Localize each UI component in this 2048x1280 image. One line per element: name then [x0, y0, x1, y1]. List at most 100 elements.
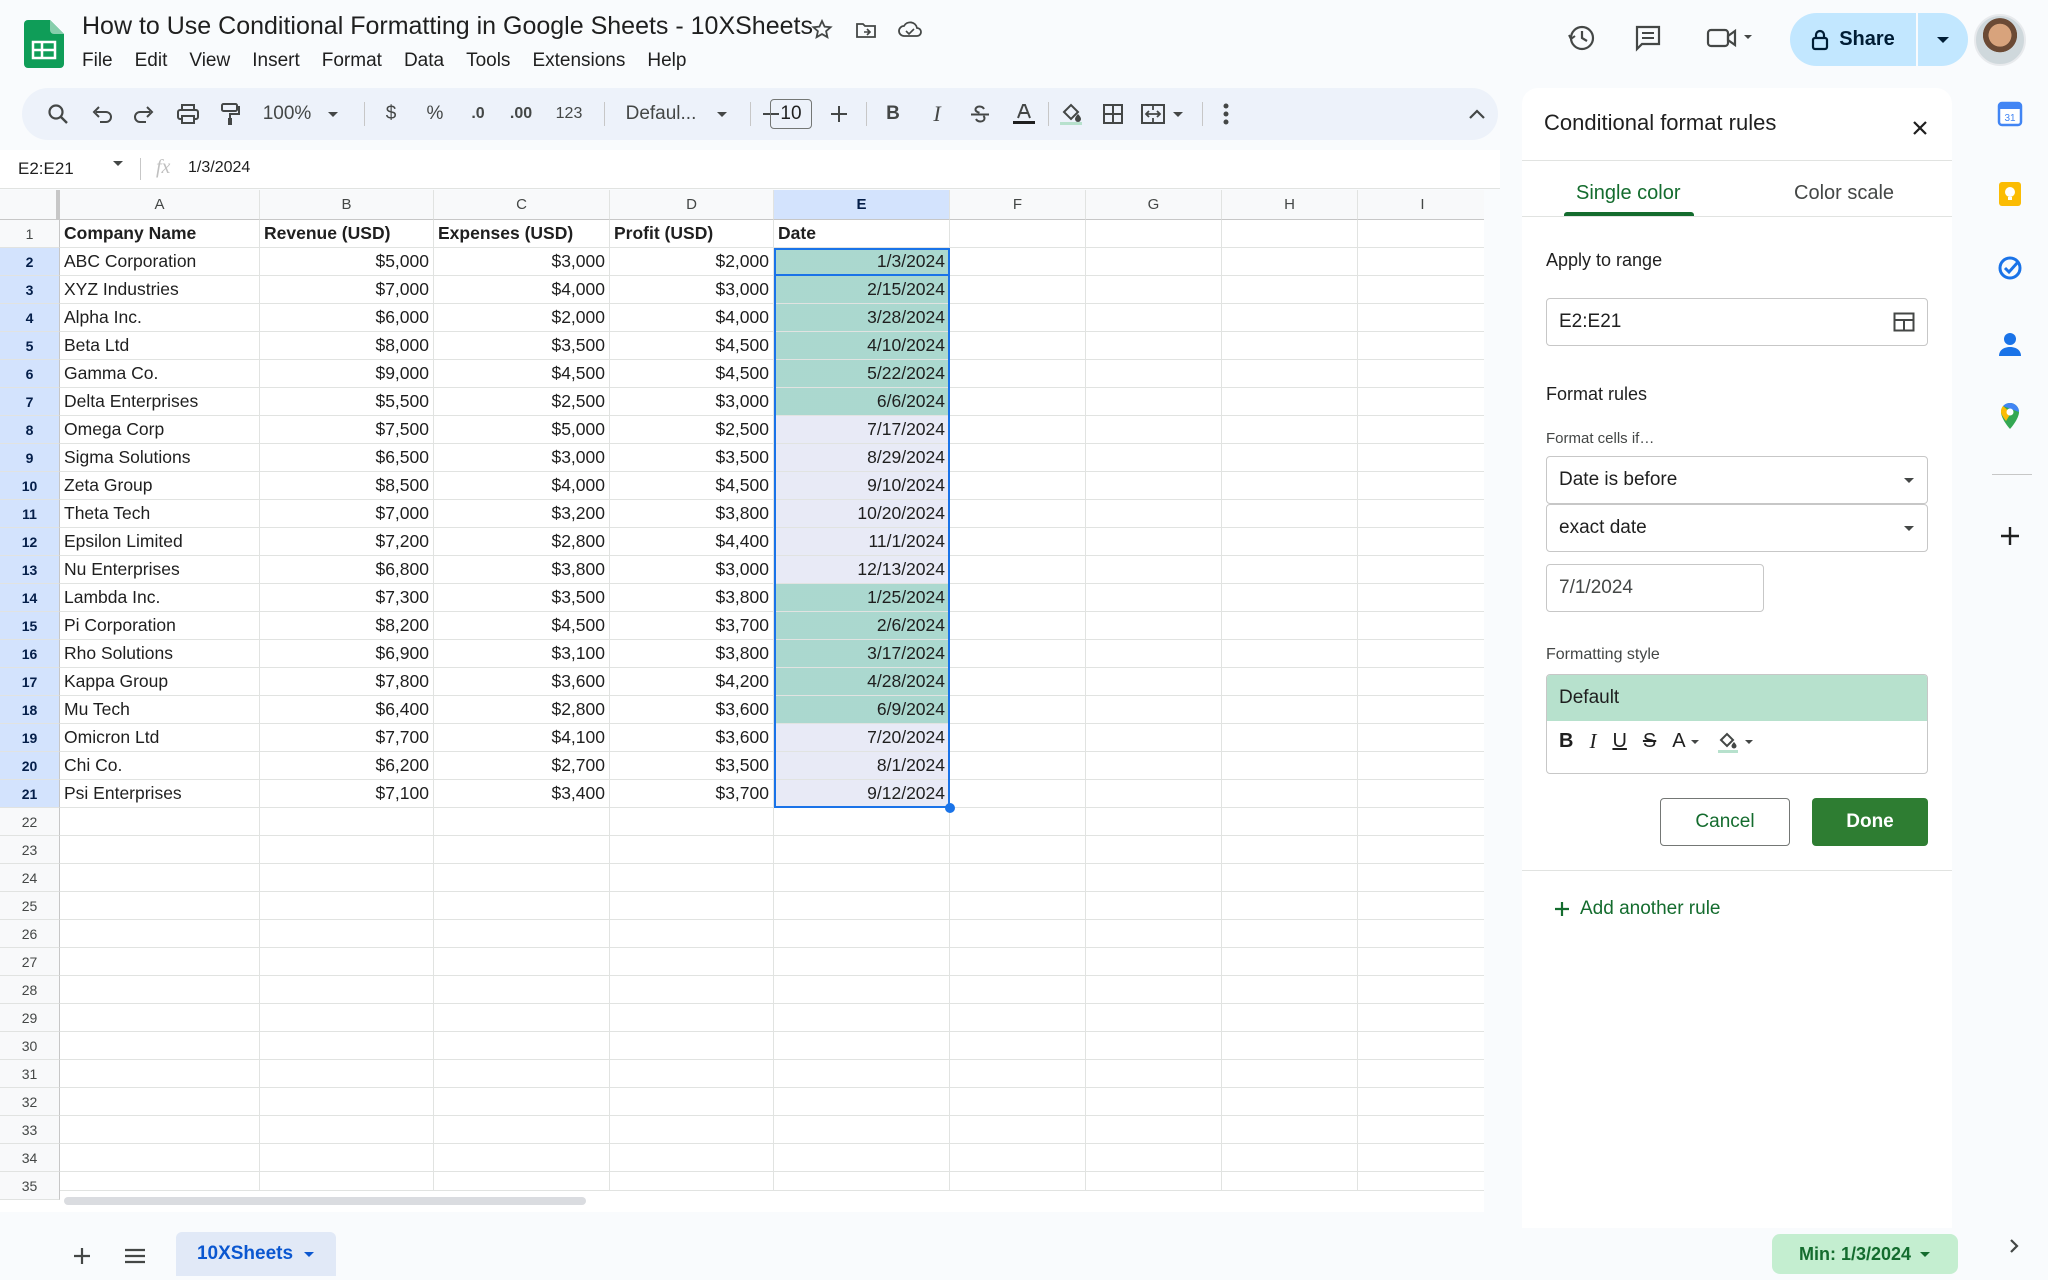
table-cell[interactable]: $8,000	[260, 332, 434, 360]
table-cell[interactable]	[950, 472, 1086, 500]
document-title[interactable]: How to Use Conditional Formatting in Goo…	[82, 12, 813, 41]
table-cell[interactable]	[1222, 1088, 1358, 1116]
table-cell[interactable]: Nu Enterprises	[60, 556, 260, 584]
table-cell[interactable]	[1222, 1060, 1358, 1088]
table-cell[interactable]: Omega Corp	[60, 416, 260, 444]
table-cell[interactable]	[1358, 332, 1484, 360]
date-cell[interactable]: 1/3/2024	[774, 248, 950, 276]
bold-button[interactable]: B	[878, 88, 908, 140]
table-cell[interactable]	[1222, 836, 1358, 864]
row-header[interactable]: 19	[0, 724, 60, 752]
table-cell[interactable]	[1086, 332, 1222, 360]
table-cell[interactable]	[610, 948, 774, 976]
row-header[interactable]: 17	[0, 668, 60, 696]
table-cell[interactable]	[774, 808, 950, 836]
table-cell[interactable]: Psi Enterprises	[60, 780, 260, 808]
table-cell[interactable]: $7,000	[260, 500, 434, 528]
table-cell[interactable]	[260, 836, 434, 864]
table-cell[interactable]: $9,000	[260, 360, 434, 388]
font-select[interactable]: Defaul...	[612, 88, 742, 140]
table-cell[interactable]: $6,500	[260, 444, 434, 472]
table-cell[interactable]	[774, 864, 950, 892]
table-cell[interactable]: $6,400	[260, 696, 434, 724]
table-cell[interactable]	[60, 892, 260, 920]
table-cell[interactable]	[1086, 892, 1222, 920]
row-header[interactable]: 1	[0, 220, 60, 248]
table-cell[interactable]	[774, 1032, 950, 1060]
table-cell[interactable]	[1358, 444, 1484, 472]
table-cell[interactable]	[1086, 388, 1222, 416]
table-cell[interactable]	[950, 360, 1086, 388]
table-cell[interactable]: $3,000	[434, 444, 610, 472]
table-cell[interactable]	[1358, 724, 1484, 752]
increase-decimal-button[interactable]: .00	[502, 88, 540, 140]
table-cell[interactable]	[1222, 612, 1358, 640]
table-cell[interactable]: $3,700	[610, 780, 774, 808]
table-cell[interactable]: $3,200	[434, 500, 610, 528]
table-cell[interactable]: $3,500	[610, 444, 774, 472]
table-cell[interactable]	[950, 1060, 1086, 1088]
table-cell[interactable]	[1358, 220, 1484, 248]
table-cell[interactable]	[1222, 388, 1358, 416]
table-cell[interactable]	[774, 948, 950, 976]
table-cell[interactable]	[1358, 948, 1484, 976]
table-cell[interactable]	[1086, 584, 1222, 612]
table-cell[interactable]: $2,000	[610, 248, 774, 276]
date-cell[interactable]: 8/1/2024	[774, 752, 950, 780]
table-cell[interactable]: $3,100	[434, 640, 610, 668]
table-cell[interactable]	[1358, 500, 1484, 528]
menu-view[interactable]: View	[178, 48, 241, 74]
table-cell[interactable]: $7,500	[260, 416, 434, 444]
date-cell[interactable]: 4/10/2024	[774, 332, 950, 360]
table-cell[interactable]	[610, 1144, 774, 1172]
table-cell[interactable]	[434, 1088, 610, 1116]
row-header[interactable]: 24	[0, 864, 60, 892]
undo-icon[interactable]	[86, 88, 118, 140]
table-cell[interactable]	[60, 920, 260, 948]
table-cell[interactable]	[1358, 1144, 1484, 1172]
table-cell[interactable]: $4,500	[610, 360, 774, 388]
table-cell[interactable]	[774, 1060, 950, 1088]
table-cell[interactable]: $7,800	[260, 668, 434, 696]
row-header[interactable]: 29	[0, 1004, 60, 1032]
table-cell[interactable]: $3,600	[610, 696, 774, 724]
row-header[interactable]: 6	[0, 360, 60, 388]
table-cell[interactable]: Epsilon Limited	[60, 528, 260, 556]
table-cell[interactable]: $4,100	[434, 724, 610, 752]
table-cell[interactable]	[1222, 752, 1358, 780]
table-cell[interactable]	[434, 1060, 610, 1088]
table-cell[interactable]	[950, 864, 1086, 892]
table-cell[interactable]	[610, 836, 774, 864]
table-cell[interactable]: $3,000	[610, 388, 774, 416]
table-cell[interactable]: $6,900	[260, 640, 434, 668]
row-header[interactable]: 32	[0, 1088, 60, 1116]
redo-icon[interactable]	[128, 88, 160, 140]
table-cell[interactable]	[1222, 220, 1358, 248]
column-header-g[interactable]: G	[1086, 190, 1222, 220]
search-menus-icon[interactable]	[40, 88, 76, 140]
date-cell[interactable]: 3/17/2024	[774, 640, 950, 668]
table-cell[interactable]	[1358, 276, 1484, 304]
table-cell[interactable]	[1222, 948, 1358, 976]
table-cell[interactable]	[1222, 668, 1358, 696]
text-color-icon[interactable]: A	[1672, 730, 1699, 753]
select-range-icon[interactable]	[1893, 312, 1915, 332]
table-cell[interactable]	[1358, 360, 1484, 388]
table-cell[interactable]	[1086, 556, 1222, 584]
fill-color-icon[interactable]	[1716, 730, 1754, 754]
header-cell[interactable]: Expenses (USD)	[434, 220, 610, 248]
table-cell[interactable]	[950, 724, 1086, 752]
table-cell[interactable]	[260, 808, 434, 836]
table-cell[interactable]	[1086, 920, 1222, 948]
table-cell[interactable]	[950, 780, 1086, 808]
table-cell[interactable]	[260, 1060, 434, 1088]
menu-help[interactable]: Help	[636, 48, 697, 74]
table-cell[interactable]	[1222, 332, 1358, 360]
table-cell[interactable]	[950, 444, 1086, 472]
table-cell[interactable]	[1086, 724, 1222, 752]
table-cell[interactable]	[1358, 304, 1484, 332]
header-cell[interactable]: Profit (USD)	[610, 220, 774, 248]
table-cell[interactable]	[950, 556, 1086, 584]
date-cell[interactable]: 8/29/2024	[774, 444, 950, 472]
column-header-d[interactable]: D	[610, 190, 774, 220]
